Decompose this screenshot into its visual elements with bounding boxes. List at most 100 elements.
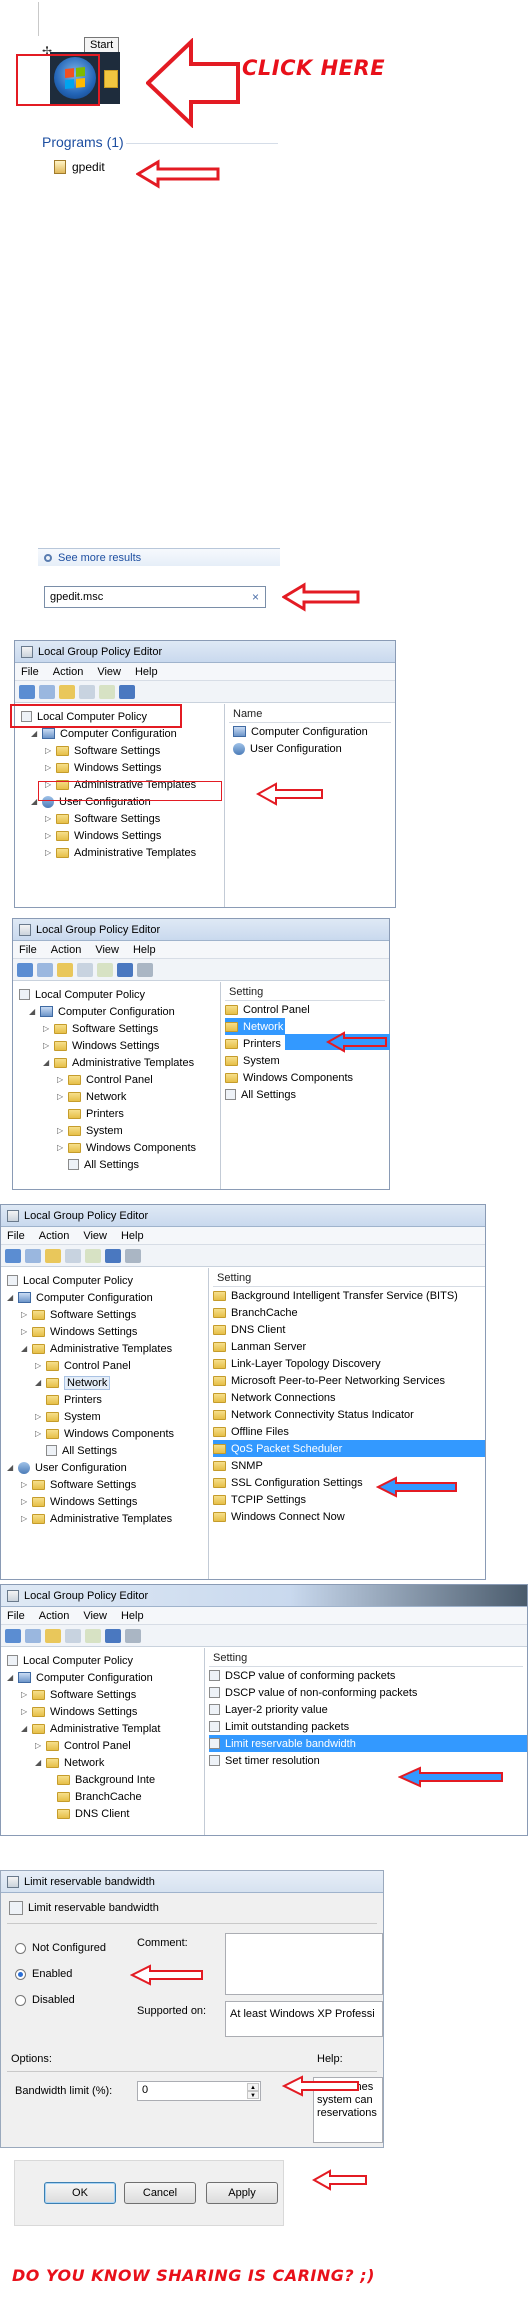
help-icon[interactable] xyxy=(105,1248,121,1263)
menu-view[interactable]: View xyxy=(83,1610,107,1622)
collapsed-arrow-icon[interactable]: ▷ xyxy=(57,1143,65,1152)
apply-button[interactable]: Apply xyxy=(206,2182,278,2204)
tree-node[interactable]: ▷ Software Settings xyxy=(3,1686,202,1703)
list-item[interactable]: Network Connectivity Status Indicator xyxy=(213,1406,485,1423)
list-item[interactable]: Microsoft Peer-to-Peer Networking Servic… xyxy=(213,1372,485,1389)
expanded-arrow-icon[interactable]: ◢ xyxy=(21,1724,29,1733)
comment-textarea[interactable] xyxy=(225,1933,383,1995)
forward-icon[interactable] xyxy=(25,1628,41,1643)
expanded-arrow-icon[interactable]: ◢ xyxy=(7,1463,15,1472)
radio-enabled[interactable]: Enabled xyxy=(15,1968,72,1980)
tree-node[interactable]: ◢ Administrative Templates xyxy=(3,1340,206,1357)
collapsed-arrow-icon[interactable]: ▷ xyxy=(21,1310,29,1319)
tree-user-windows-settings[interactable]: ▷ Windows Settings xyxy=(17,827,222,844)
show-hide-tree-icon[interactable] xyxy=(77,962,93,977)
spinner-down-icon[interactable]: ▼ xyxy=(247,2091,259,2099)
list-item[interactable]: System xyxy=(225,1052,385,1069)
menu-file[interactable]: File xyxy=(21,666,39,678)
menu-action[interactable]: Action xyxy=(39,1610,70,1622)
tree-windows-settings[interactable]: ▷ Windows Settings xyxy=(17,759,222,776)
radio-indicator[interactable] xyxy=(15,1942,26,1954)
menu-file[interactable]: File xyxy=(19,944,37,956)
list-item[interactable]: Control Panel xyxy=(225,1001,385,1018)
tree-node[interactable]: Printers xyxy=(15,1105,218,1122)
tree-node[interactable]: ▷ System xyxy=(15,1122,218,1139)
back-icon[interactable] xyxy=(17,962,33,977)
list-item[interactable]: BranchCache xyxy=(213,1304,485,1321)
menu-file[interactable]: File xyxy=(7,1230,25,1242)
tree-node[interactable]: ▷ Windows Settings xyxy=(3,1323,206,1340)
collapsed-arrow-icon[interactable]: ▷ xyxy=(45,848,53,857)
tree-node[interactable]: ▷ Windows Settings xyxy=(3,1493,206,1510)
forward-icon[interactable] xyxy=(25,1248,41,1263)
collapsed-arrow-icon[interactable]: ▷ xyxy=(45,831,53,840)
expanded-arrow-icon[interactable]: ◢ xyxy=(35,1378,43,1387)
collapsed-arrow-icon[interactable]: ▷ xyxy=(35,1429,43,1438)
collapsed-arrow-icon[interactable]: ▷ xyxy=(43,1041,51,1050)
tree-node[interactable]: ◢ Administrative Templat xyxy=(3,1720,202,1737)
tree-node[interactable]: Local Computer Policy xyxy=(3,1272,206,1289)
tree-node[interactable]: ▷ Windows Components xyxy=(15,1139,218,1156)
expanded-arrow-icon[interactable]: ◢ xyxy=(7,1673,15,1682)
help-icon[interactable] xyxy=(105,1628,121,1643)
menu-view[interactable]: View xyxy=(83,1230,107,1242)
collapsed-arrow-icon[interactable]: ▷ xyxy=(45,746,53,755)
tree-node[interactable]: ◢ Computer Configuration xyxy=(15,1003,218,1020)
column-header-setting[interactable]: Setting xyxy=(213,1270,485,1287)
clear-search-icon[interactable]: × xyxy=(252,590,259,604)
list-item-selected[interactable]: QoS Packet Scheduler xyxy=(213,1440,485,1457)
tree-node[interactable]: ▷ System xyxy=(3,1408,206,1425)
up-folder-icon[interactable] xyxy=(45,1628,61,1643)
collapsed-arrow-icon[interactable]: ▷ xyxy=(57,1126,65,1135)
show-hide-tree-icon[interactable] xyxy=(65,1248,81,1263)
gpedit-result[interactable]: gpedit xyxy=(54,160,105,174)
tree-node[interactable]: ▷ Control Panel xyxy=(3,1357,206,1374)
tree-node[interactable]: All Settings xyxy=(3,1442,206,1459)
forward-icon[interactable] xyxy=(37,962,53,977)
forward-icon[interactable] xyxy=(39,684,55,699)
list-item[interactable]: Background Intelligent Transfer Service … xyxy=(213,1287,485,1304)
cancel-button[interactable]: Cancel xyxy=(124,2182,196,2204)
list-item[interactable]: Offline Files xyxy=(213,1423,485,1440)
tree-node[interactable]: ◢ Computer Configuration xyxy=(3,1289,206,1306)
expanded-arrow-icon[interactable]: ◢ xyxy=(35,1758,43,1767)
list-item[interactable]: Lanman Server xyxy=(213,1338,485,1355)
tree-software-settings[interactable]: ▷ Software Settings xyxy=(17,742,222,759)
menu-action[interactable]: Action xyxy=(39,1230,70,1242)
up-folder-icon[interactable] xyxy=(45,1248,61,1263)
filter-icon[interactable] xyxy=(137,962,153,977)
collapsed-arrow-icon[interactable]: ▷ xyxy=(21,1480,29,1489)
filter-icon[interactable] xyxy=(125,1628,141,1643)
tree-user-software-settings[interactable]: ▷ Software Settings xyxy=(17,810,222,827)
list-item[interactable]: Limit outstanding packets xyxy=(209,1718,523,1735)
menu-view[interactable]: View xyxy=(95,944,119,956)
help-icon[interactable] xyxy=(117,962,133,977)
tree-node[interactable]: Printers xyxy=(3,1391,206,1408)
tree-node[interactable]: ▷ Administrative Templates xyxy=(3,1510,206,1527)
tree-node[interactable]: ◢ Administrative Templates xyxy=(15,1054,218,1071)
search-input[interactable]: gpedit.msc × xyxy=(44,586,266,608)
list-item[interactable]: User Configuration xyxy=(229,740,391,757)
show-hide-tree-icon[interactable] xyxy=(65,1628,81,1643)
export-list-icon[interactable] xyxy=(85,1248,101,1263)
list-item[interactable]: DNS Client xyxy=(213,1321,485,1338)
list-item[interactable]: Network Connections xyxy=(213,1389,485,1406)
export-list-icon[interactable] xyxy=(97,962,113,977)
help-icon[interactable] xyxy=(119,684,135,699)
radio-indicator[interactable] xyxy=(15,1968,26,1980)
menu-action[interactable]: Action xyxy=(53,666,84,678)
collapsed-arrow-icon[interactable]: ▷ xyxy=(21,1327,29,1336)
tree-node[interactable]: ▷ Windows Settings xyxy=(3,1703,202,1720)
tree-node[interactable]: ▷ Windows Components xyxy=(3,1425,206,1442)
collapsed-arrow-icon[interactable]: ▷ xyxy=(45,814,53,823)
menu-file[interactable]: File xyxy=(7,1610,25,1622)
tree-node[interactable]: ▷ Control Panel xyxy=(3,1737,202,1754)
tree-node[interactable]: Local Computer Policy xyxy=(15,986,218,1003)
menu-action[interactable]: Action xyxy=(51,944,82,956)
back-icon[interactable] xyxy=(5,1628,21,1643)
tree-node[interactable]: ▷ Software Settings xyxy=(15,1020,218,1037)
list-item-selected[interactable]: Limit reservable bandwidth xyxy=(209,1735,527,1752)
tree-node[interactable]: Local Computer Policy xyxy=(3,1652,202,1669)
tree-node[interactable]: BranchCache xyxy=(3,1788,202,1805)
spinner-up-icon[interactable]: ▲ xyxy=(247,2083,259,2091)
